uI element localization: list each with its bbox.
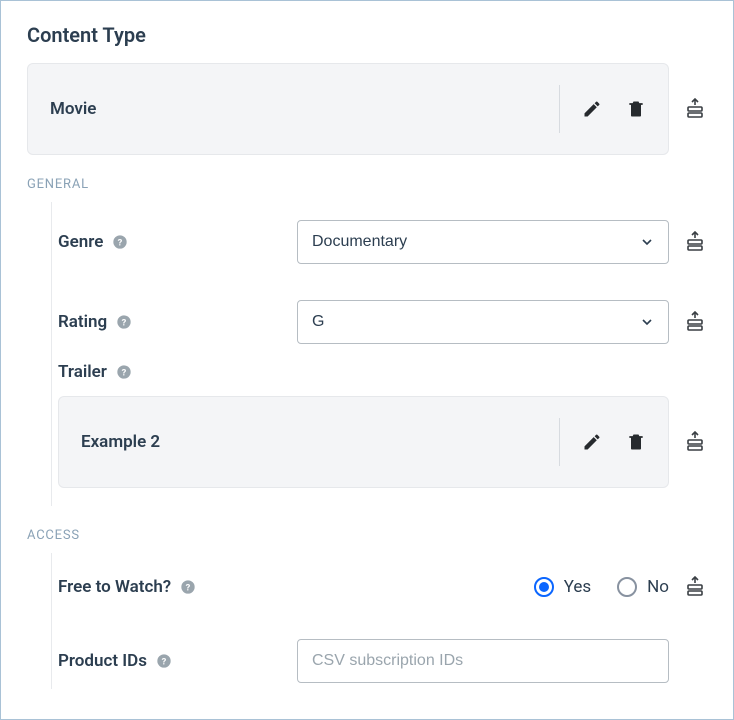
trailer-row: Example 2	[58, 396, 707, 488]
content-type-value: Movie	[50, 99, 559, 119]
svg-text:?: ?	[122, 317, 127, 328]
general-section: Genre ? Rating	[51, 202, 707, 506]
help-icon[interactable]: ?	[111, 233, 129, 251]
content-type-panel: Content Type Movie GENERAL Genre	[0, 0, 734, 720]
rating-select[interactable]	[297, 300, 669, 344]
free-to-watch-label: Free to Watch?	[58, 577, 171, 597]
free-to-watch-yes[interactable]: Yes	[534, 577, 591, 597]
help-icon[interactable]: ?	[115, 363, 133, 381]
help-icon[interactable]: ?	[179, 578, 197, 596]
radio-unchecked-icon	[617, 577, 637, 597]
product-ids-label: Product IDs	[58, 651, 147, 671]
free-to-watch-no[interactable]: No	[617, 577, 669, 597]
genre-row: Genre ?	[52, 202, 707, 282]
svg-text:?: ?	[186, 582, 191, 593]
yes-label: Yes	[564, 577, 591, 597]
trailer-label: Trailer	[58, 362, 107, 382]
access-section: Free to Watch? ? Yes No	[51, 553, 707, 689]
reorder-icon[interactable]	[683, 93, 707, 125]
help-icon[interactable]: ?	[155, 652, 173, 670]
reorder-icon[interactable]	[683, 426, 707, 458]
help-icon[interactable]: ?	[115, 313, 133, 331]
svg-text:?: ?	[118, 237, 123, 248]
reorder-icon[interactable]	[683, 226, 707, 258]
product-ids-row: Product IDs ?	[52, 621, 707, 689]
no-label: No	[647, 577, 669, 597]
trailer-actions	[559, 418, 650, 466]
trailer-block: Trailer ? Example 2	[52, 362, 707, 506]
genre-label: Genre	[58, 232, 103, 252]
trailer-value: Example 2	[81, 432, 559, 452]
reorder-icon[interactable]	[683, 571, 707, 603]
general-section-label: GENERAL	[27, 177, 707, 192]
svg-text:?: ?	[122, 367, 127, 378]
rating-select-wrap	[297, 300, 669, 344]
trailer-card: Example 2	[58, 396, 669, 488]
free-to-watch-row: Free to Watch? ? Yes No	[52, 553, 707, 621]
free-to-watch-radio-group: Yes No	[534, 577, 669, 597]
content-type-actions	[559, 85, 650, 133]
delete-icon[interactable]	[622, 95, 650, 123]
edit-icon[interactable]	[578, 428, 606, 456]
content-type-row: Movie	[27, 63, 707, 155]
genre-select[interactable]	[297, 220, 669, 264]
svg-text:?: ?	[162, 656, 167, 667]
section-title: Content Type	[27, 23, 707, 47]
rating-label: Rating	[58, 312, 107, 332]
delete-icon[interactable]	[622, 428, 650, 456]
product-ids-input[interactable]	[297, 639, 669, 683]
edit-icon[interactable]	[578, 95, 606, 123]
rating-row: Rating ?	[52, 282, 707, 362]
reorder-icon[interactable]	[683, 306, 707, 338]
content-type-card: Movie	[27, 63, 669, 155]
radio-checked-icon	[534, 577, 554, 597]
access-section-label: ACCESS	[27, 528, 707, 543]
genre-select-wrap	[297, 220, 669, 264]
